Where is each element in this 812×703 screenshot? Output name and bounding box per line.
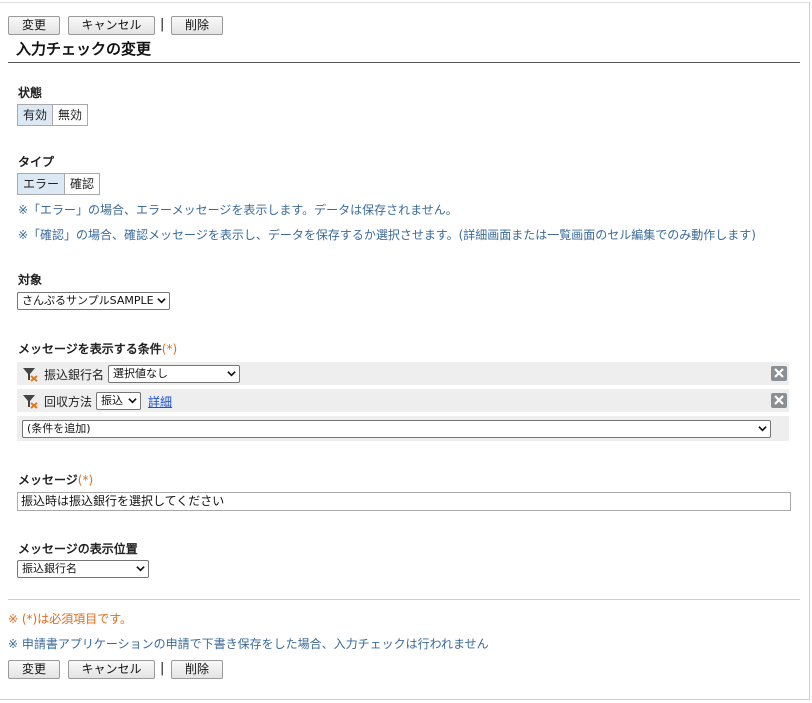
filter-remove-icon[interactable]: [22, 366, 38, 382]
remove-condition-button[interactable]: [771, 366, 787, 381]
type-option-error[interactable]: エラー: [18, 174, 65, 194]
position-label: メッセージの表示位置: [18, 542, 138, 556]
toolbar-separator: |: [160, 17, 165, 32]
delete-button[interactable]: 削除: [171, 16, 223, 35]
condition-field-label: 回収方法: [44, 395, 93, 409]
condition-value-select[interactable]: 振込: [96, 392, 141, 410]
chevron-down-icon: [128, 398, 137, 404]
close-icon: [774, 395, 784, 405]
message-label: メッセージ(*): [18, 471, 93, 488]
chevron-down-icon: [157, 298, 166, 304]
position-select[interactable]: 振込銀行名: [17, 560, 149, 578]
condition-value: 振込: [101, 394, 123, 407]
required-mark: (*): [77, 473, 94, 487]
add-condition-placeholder: (条件を追加): [27, 422, 91, 435]
chevron-down-icon: [227, 371, 236, 377]
status-label: 状態: [18, 86, 43, 100]
filter-remove-icon[interactable]: [22, 393, 38, 409]
type-label: タイプ: [18, 155, 55, 169]
cancel-button[interactable]: キャンセル: [68, 660, 155, 679]
chevron-down-icon: [758, 426, 767, 432]
condition-value: 選択値なし: [113, 367, 168, 380]
remove-condition-button[interactable]: [771, 393, 787, 408]
conditions-label: メッセージを表示する条件(*): [18, 340, 177, 357]
type-note-confirm: ※「確認」の場合、確認メッセージを表示し、データを保存するか選択させます。(詳細…: [18, 228, 756, 242]
cancel-button[interactable]: キャンセル: [68, 16, 155, 35]
page-title: 入力チェックの変更: [16, 40, 152, 58]
footer-divider: [8, 599, 800, 600]
type-option-confirm[interactable]: 確認: [64, 174, 99, 194]
status-option-enabled[interactable]: 有効: [18, 105, 53, 125]
condition-value-select[interactable]: 選択値なし: [108, 365, 240, 383]
close-icon: [774, 368, 784, 378]
toolbar-separator: |: [160, 661, 165, 676]
condition-row: 振込銀行名 選択値なし: [17, 362, 789, 385]
change-button[interactable]: 変更: [8, 660, 60, 679]
type-note-error: ※「エラー」の場合、エラーメッセージを表示します。データは保存されません。: [18, 203, 458, 217]
status-toggle: 有効 無効: [17, 104, 89, 126]
required-mark: (*): [161, 342, 178, 356]
add-condition-select[interactable]: (条件を追加): [22, 420, 771, 438]
condition-row: 回収方法 振込 詳細: [17, 389, 789, 412]
change-button[interactable]: 変更: [8, 16, 60, 35]
target-select-value: さんぷるサンプルSAMPLE: [22, 294, 154, 307]
info-note: ※ 申請書アプリケーションの申請で下書き保存をした場合、入力チェックは行われませ…: [8, 637, 489, 651]
title-divider: [8, 62, 800, 63]
condition-detail-link[interactable]: 詳細: [148, 393, 172, 410]
target-select[interactable]: さんぷるサンプルSAMPLE: [17, 292, 170, 310]
delete-button[interactable]: 削除: [171, 660, 223, 679]
position-select-value: 振込銀行名: [22, 562, 77, 575]
required-note: ※ (*)は必須項目です。: [8, 612, 133, 626]
type-toggle: エラー 確認: [17, 173, 101, 195]
message-input[interactable]: 振込時は振込銀行を選択してください: [17, 492, 791, 511]
add-condition-row: (条件を追加): [17, 416, 789, 441]
target-label: 対象: [18, 273, 43, 287]
chevron-down-icon: [136, 566, 145, 572]
status-option-disabled[interactable]: 無効: [52, 105, 87, 125]
message-label-text: メッセージ: [18, 473, 78, 487]
condition-field-label: 振込銀行名: [44, 368, 105, 382]
conditions-label-text: メッセージを表示する条件: [18, 342, 162, 356]
